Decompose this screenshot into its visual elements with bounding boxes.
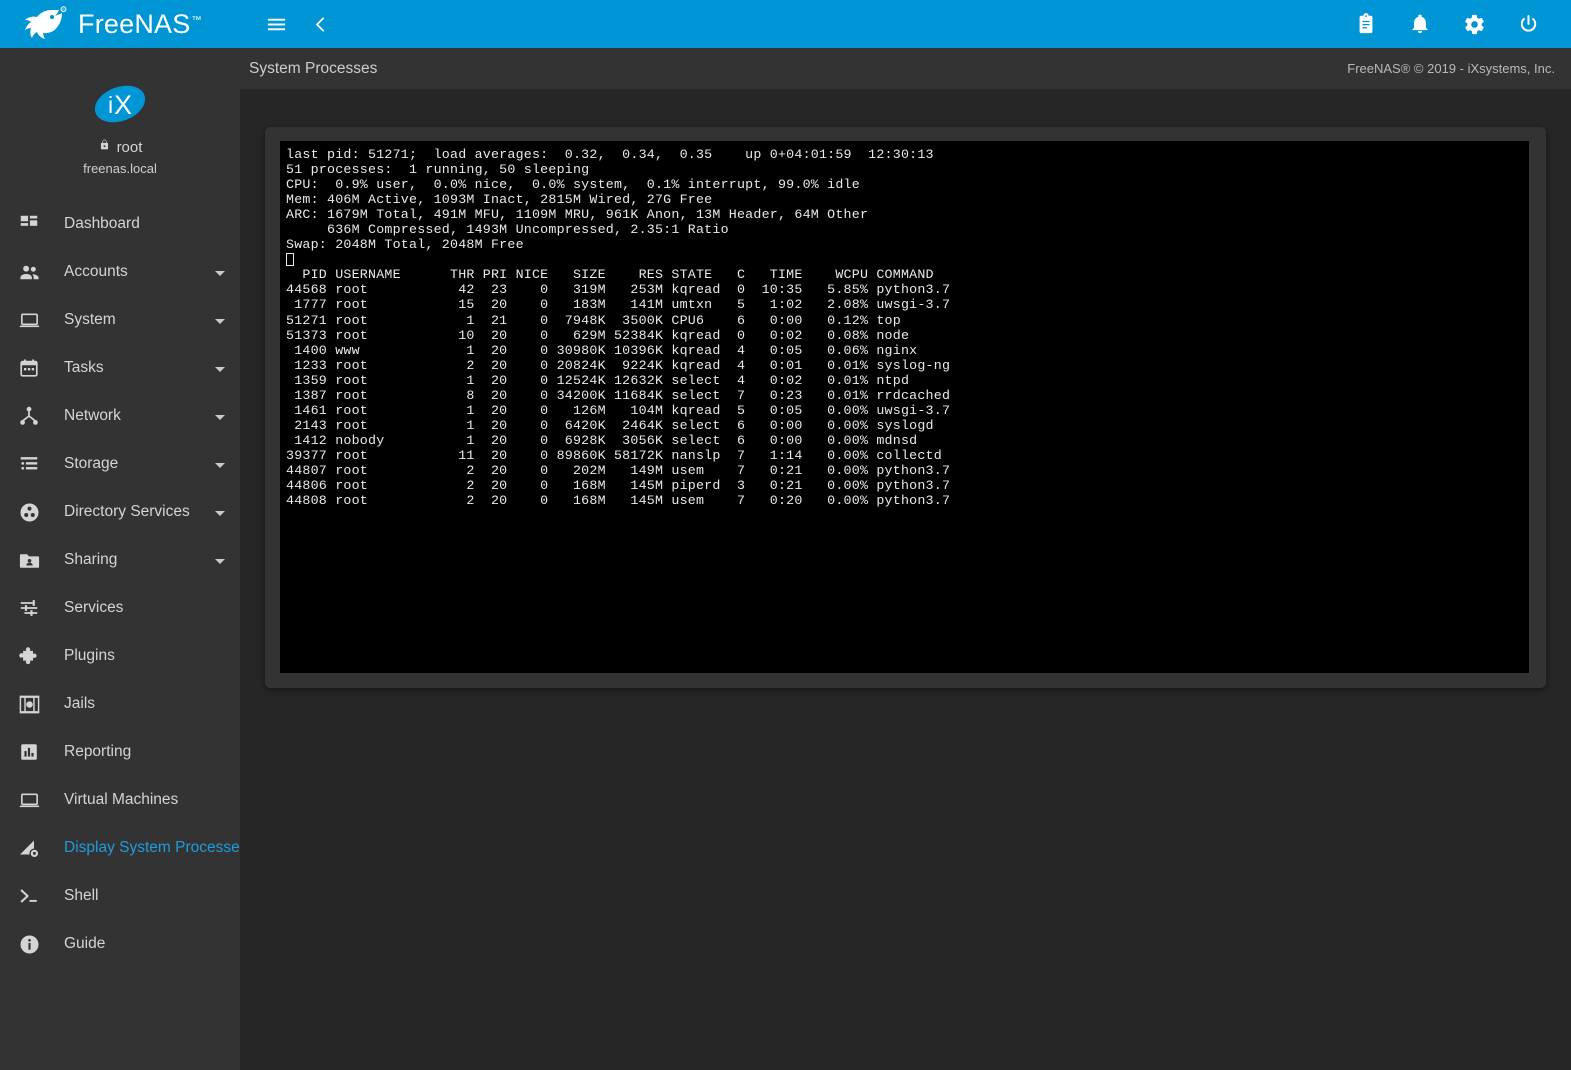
chevron-down-icon[interactable] bbox=[214, 266, 226, 278]
chevron-down-icon[interactable] bbox=[214, 362, 226, 374]
brand-trademark: ™ bbox=[191, 15, 201, 26]
sidebar-item-label: Plugins bbox=[64, 647, 226, 665]
sidebar-item-label: Tasks bbox=[64, 359, 214, 377]
sidebar-item-label: Network bbox=[64, 407, 214, 425]
top-bar-right-icons bbox=[1349, 7, 1545, 41]
main-content: System Processes FreeNAS® © 2019 - iXsys… bbox=[240, 48, 1571, 1070]
sidebar-item-directory-services[interactable]: Directory Services bbox=[0, 488, 240, 536]
chevron-down-icon[interactable] bbox=[214, 506, 226, 518]
settings-gear-icon[interactable] bbox=[1457, 7, 1491, 41]
brand-logo-area[interactable]: R FreeNAS™ bbox=[0, 0, 240, 48]
page-title: System Processes bbox=[249, 60, 377, 78]
chevron-down-icon[interactable] bbox=[214, 554, 226, 566]
chevron-down-icon[interactable] bbox=[214, 410, 226, 422]
guide-info-icon bbox=[12, 929, 46, 959]
sharing-folder-icon bbox=[12, 545, 46, 575]
process-table-rows: 44568 root 42 23 0 319M 253M kqread 0 10… bbox=[282, 282, 1529, 508]
sidebar-item-storage[interactable]: Storage bbox=[0, 440, 240, 488]
sidebar-item-label: Accounts bbox=[64, 263, 214, 281]
sidebar-item-label: Sharing bbox=[64, 551, 214, 569]
storage-list-icon bbox=[12, 449, 46, 479]
sidebar-item-label: Directory Services bbox=[64, 503, 214, 521]
copyright-notice: FreeNAS® © 2019 - iXsystems, Inc. bbox=[1347, 61, 1555, 76]
sidebar-item-label: Virtual Machines bbox=[64, 791, 226, 809]
svg-text:i: i bbox=[108, 92, 113, 118]
sidebar-item-guide[interactable]: Guide bbox=[0, 920, 240, 968]
top-app-bar: R FreeNAS™ bbox=[0, 0, 1571, 48]
notifications-bell-icon[interactable] bbox=[1403, 7, 1437, 41]
chevron-down-icon[interactable] bbox=[214, 314, 226, 326]
terminal-cursor-line bbox=[282, 252, 1529, 267]
sidebar-item-label: Storage bbox=[64, 455, 214, 473]
sidebar-item-label: Jails bbox=[64, 695, 226, 713]
network-nodes-icon bbox=[12, 401, 46, 431]
system-processes-card: last pid: 51271; load averages: 0.32, 0.… bbox=[265, 127, 1546, 688]
sidebar-item-label: Display System Processes bbox=[64, 839, 240, 857]
sidebar-item-label: Reporting bbox=[64, 743, 226, 761]
user-name: root bbox=[117, 139, 143, 156]
tasks-clipboard-icon[interactable] bbox=[1349, 7, 1383, 41]
chevron-left-icon[interactable] bbox=[303, 7, 337, 41]
sidebar-item-label: Services bbox=[64, 599, 226, 617]
svg-text:X: X bbox=[114, 90, 132, 120]
sidebar-item-reporting[interactable]: Reporting bbox=[0, 728, 240, 776]
user-info-block: i X root freenas.local bbox=[0, 48, 240, 176]
sidebar-item-sharing[interactable]: Sharing bbox=[0, 536, 240, 584]
directory-services-icon bbox=[12, 497, 46, 527]
sidebar-item-label: Shell bbox=[64, 887, 226, 905]
jails-icon bbox=[12, 689, 46, 719]
accounts-people-icon bbox=[12, 257, 46, 287]
top-bar-left-icons bbox=[259, 7, 337, 41]
virtual-machines-icon bbox=[12, 785, 46, 815]
sidebar-item-accounts[interactable]: Accounts bbox=[0, 248, 240, 296]
system-laptop-icon bbox=[12, 305, 46, 335]
brand-name: FreeNAS™ bbox=[78, 11, 202, 38]
sidebar-item-network[interactable]: Network bbox=[0, 392, 240, 440]
sidebar-item-label: System bbox=[64, 311, 214, 329]
hamburger-menu-icon[interactable] bbox=[259, 7, 293, 41]
plugins-puzzle-icon bbox=[12, 641, 46, 671]
reporting-chart-icon bbox=[12, 737, 46, 767]
user-host: freenas.local bbox=[83, 161, 157, 176]
terminal-summary: last pid: 51271; load averages: 0.32, 0.… bbox=[282, 147, 1529, 252]
process-table-header: PID USERNAME THR PRI NICE SIZE RES STATE… bbox=[282, 267, 1529, 282]
sidebar-item-jails[interactable]: Jails bbox=[0, 680, 240, 728]
terminal-output-panel[interactable]: last pid: 51271; load averages: 0.32, 0.… bbox=[280, 141, 1529, 673]
brand-name-text: FreeNAS bbox=[78, 9, 190, 39]
sidebar-item-services[interactable]: Services bbox=[0, 584, 240, 632]
sidebar-item-virtual-machines[interactable]: Virtual Machines bbox=[0, 776, 240, 824]
services-sliders-icon bbox=[12, 593, 46, 623]
sidebar-item-tasks[interactable]: Tasks bbox=[0, 344, 240, 392]
sidebar-item-plugins[interactable]: Plugins bbox=[0, 632, 240, 680]
shell-prompt-icon bbox=[12, 881, 46, 911]
dashboard-icon bbox=[12, 209, 46, 239]
power-icon[interactable] bbox=[1511, 7, 1545, 41]
terminal-cursor bbox=[286, 253, 294, 266]
freenas-fish-logo: R bbox=[22, 6, 68, 42]
user-name-row: root bbox=[98, 138, 143, 156]
page-subheader: System Processes FreeNAS® © 2019 - iXsys… bbox=[240, 48, 1571, 90]
lock-icon bbox=[98, 138, 111, 156]
sidebar-item-system[interactable]: System bbox=[0, 296, 240, 344]
system-processes-icon bbox=[12, 833, 46, 863]
sidebar-item-shell[interactable]: Shell bbox=[0, 872, 240, 920]
sidebar-item-display-system-processes[interactable]: Display System Processes bbox=[0, 824, 240, 872]
sidebar-item-label: Dashboard bbox=[64, 215, 226, 233]
sidebar-item-label: Guide bbox=[64, 935, 226, 953]
sidebar-nav: Dashboard Accounts bbox=[0, 200, 240, 968]
sidebar: i X root freenas.local bbox=[0, 48, 240, 1070]
sidebar-item-dashboard[interactable]: Dashboard bbox=[0, 200, 240, 248]
tasks-calendar-icon bbox=[12, 353, 46, 383]
ix-systems-logo: i X bbox=[87, 82, 153, 126]
chevron-down-icon[interactable] bbox=[214, 458, 226, 470]
